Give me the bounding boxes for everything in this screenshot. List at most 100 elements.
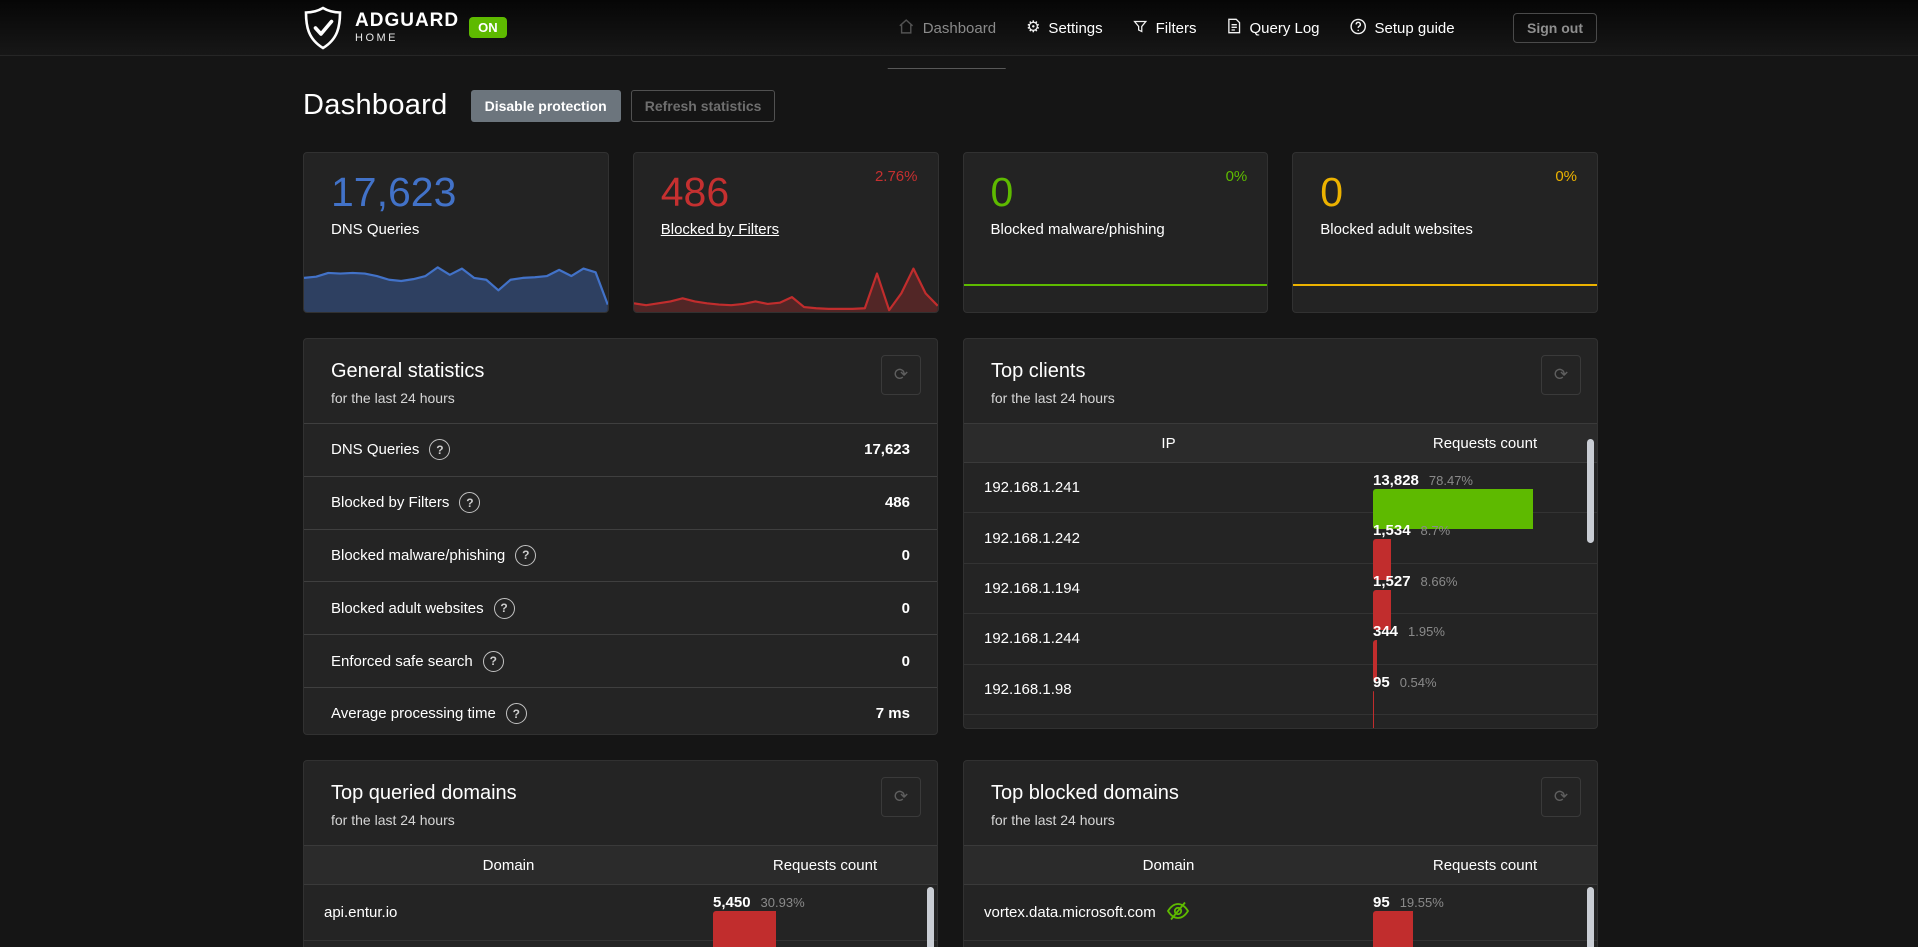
adguard-logo[interactable]: ADGUARD HOME [303, 5, 459, 50]
top-blocked-domains-refresh-button[interactable]: ⟳ [1541, 777, 1581, 817]
gear-icon: ⚙ [1026, 19, 1041, 36]
top-blocked-domains-panel: Top blocked domains for the last 24 hour… [963, 760, 1598, 947]
top-clients-subtitle: for the last 24 hours [991, 390, 1115, 406]
top-navbar: ADGUARD HOME ON Dashboard ⚙ Settings Fil… [0, 0, 1918, 69]
scrollbar-thumb[interactable] [1587, 887, 1594, 947]
help-icon[interactable]: ? [482, 650, 504, 672]
refresh-icon: ⟳ [1553, 787, 1569, 806]
table-row: Blocked malware/phishing ? 0 [304, 528, 937, 582]
help-icon[interactable]: ? [459, 492, 481, 514]
blocked-adult-label: Blocked adult websites [1320, 221, 1473, 238]
top-clients-table: 192.168.1.241 13,828 78.47% 192.168.1.24… [964, 463, 1597, 728]
top-queried-domains-subtitle: for the last 24 hours [331, 812, 455, 828]
request-percent: 19.55% [1399, 895, 1444, 910]
request-percent: 8.7% [1420, 523, 1451, 539]
general-statistics-refresh-button[interactable]: ⟳ [881, 355, 921, 395]
scrollbar-thumb[interactable] [1587, 439, 1594, 543]
top-clients-refresh-button[interactable]: ⟳ [1541, 355, 1581, 395]
top-queried-domains-refresh-button[interactable]: ⟳ [881, 777, 921, 817]
nav-label-filters: Filters [1155, 19, 1197, 37]
brand-text: ADGUARD HOME [355, 11, 459, 44]
dns-queries-value: 17,623 [331, 169, 457, 215]
table-row: Blocked adult websites ? 0 [304, 581, 937, 634]
table-row: Enforced safe search ? 0 [304, 634, 937, 687]
request-percent: 8.66% [1420, 573, 1458, 589]
stat-value: 486 [884, 494, 910, 512]
client-ip[interactable]: 192.168.1.241 [964, 463, 1373, 512]
blocked-malware-card: 0% 0 Blocked malware/phishing [962, 152, 1269, 313]
nav-label-settings: Settings [1048, 19, 1103, 37]
general-statistics-subtitle: for the last 24 hours [331, 390, 455, 406]
help-icon[interactable]: ? [493, 597, 515, 619]
refresh-statistics-button[interactable]: Refresh statistics [630, 89, 776, 122]
nav-item-query-log[interactable]: Query Log [1226, 0, 1320, 56]
blocked-adult-percent: 0% [1555, 168, 1577, 185]
progress-bar [1373, 690, 1577, 728]
progress-bar [1373, 911, 1577, 947]
page-title: Dashboard [303, 89, 448, 121]
client-ip[interactable]: 192.168.1.244 [964, 614, 1373, 663]
help-icon[interactable]: ? [515, 544, 537, 566]
client-ip[interactable]: 192.168.1.98 [964, 665, 1373, 714]
column-header-ip[interactable]: IP [964, 435, 1373, 452]
request-count: 5,450 [713, 894, 751, 911]
filter-icon [1133, 19, 1148, 38]
client-ip[interactable]: 192.168.1.242 [964, 513, 1373, 562]
panels-row-1: General statistics for the last 24 hours… [303, 338, 1598, 735]
request-percent: 0.54% [1399, 674, 1437, 690]
main-content: Dashboard Disable protection Refresh sta… [303, 89, 1598, 947]
column-header-requests[interactable]: Requests count [713, 857, 937, 874]
help-icon[interactable]: ? [429, 439, 451, 461]
main-nav: Dashboard ⚙ Settings Filters Query Log S… [883, 0, 1470, 69]
request-count: 1,527 [1373, 572, 1411, 590]
client-ip[interactable]: 192.168.1.194 [964, 564, 1373, 613]
general-statistics-head: General statistics for the last 24 hours [304, 339, 937, 423]
dns-queries-card: 17,623 DNS Queries [303, 152, 609, 313]
table-row: DNS Queries ? 17,623 [304, 423, 937, 476]
page-title-row: Dashboard Disable protection Refresh sta… [303, 89, 1598, 122]
top-blocked-domains-subtitle: for the last 24 hours [991, 812, 1115, 828]
blocked-by-filters-card: 2.76% 486 Blocked by Filters [632, 152, 939, 313]
request-count: 13,828 [1373, 472, 1419, 489]
blocked-by-filters-link[interactable]: Blocked by Filters [661, 221, 779, 238]
top-queried-domains-title: Top queried domains [331, 782, 517, 804]
disable-protection-button[interactable]: Disable protection [470, 89, 621, 122]
progress-bar-fill [1373, 911, 1413, 947]
blocked-by-filters-percent: 2.76% [874, 168, 918, 185]
top-clients-title: Top clients [991, 360, 1086, 382]
scrollbar-thumb[interactable] [927, 887, 934, 947]
nav-label-dashboard: Dashboard [922, 19, 997, 37]
column-header-domain[interactable]: Domain [304, 857, 713, 874]
table-row: 192.168.1.244 344 1.95% [964, 614, 1597, 681]
request-count: 344 [1373, 623, 1399, 641]
dns-queries-sparkline-chart [304, 250, 608, 312]
nav-item-dashboard[interactable]: Dashboard [887, 0, 1007, 69]
stat-value: 17,623 [864, 441, 910, 459]
stat-cards-row: 17,623 DNS Queries 2.76% 486 Blocked by … [303, 152, 1598, 313]
sign-out-button[interactable]: Sign out [1513, 12, 1597, 43]
table-row: api.entur.io 5,450 30.93% [304, 885, 937, 947]
request-count: 1,534 [1373, 522, 1411, 540]
column-header-domain[interactable]: Domain [964, 857, 1373, 874]
column-header-requests[interactable]: Requests count [1373, 857, 1597, 874]
table-row: 192.168.1.98 95 0.54% [964, 665, 1597, 728]
top-blocked-domains-title: Top blocked domains [991, 782, 1179, 804]
domain-name[interactable]: api.entur.io [304, 885, 713, 940]
eye-slash-icon[interactable] [1166, 900, 1190, 926]
column-header-requests[interactable]: Requests count [1373, 435, 1597, 452]
stat-label: Blocked malware/phishing [331, 546, 506, 564]
request-count: 95 [1373, 673, 1390, 691]
nav-item-setup-guide[interactable]: Setup guide [1350, 0, 1455, 56]
nav-item-filters[interactable]: Filters [1133, 0, 1197, 56]
help-icon[interactable]: ? [505, 703, 527, 725]
stat-label: Average processing time [331, 705, 496, 723]
domain-name[interactable]: vortex.data.microsoft.com [984, 904, 1156, 921]
request-percent: 30.93% [760, 895, 805, 910]
top-clients-column-headers: IP Requests count [964, 423, 1597, 463]
table-row: 192.168.1.194 1,527 8.66% [964, 564, 1597, 631]
general-statistics-panel: General statistics for the last 24 hours… [303, 338, 938, 735]
help-icon [1350, 18, 1367, 39]
refresh-icon: ⟳ [893, 787, 909, 806]
nav-item-settings[interactable]: ⚙ Settings [1026, 0, 1103, 56]
request-percent: 78.47% [1428, 473, 1473, 488]
